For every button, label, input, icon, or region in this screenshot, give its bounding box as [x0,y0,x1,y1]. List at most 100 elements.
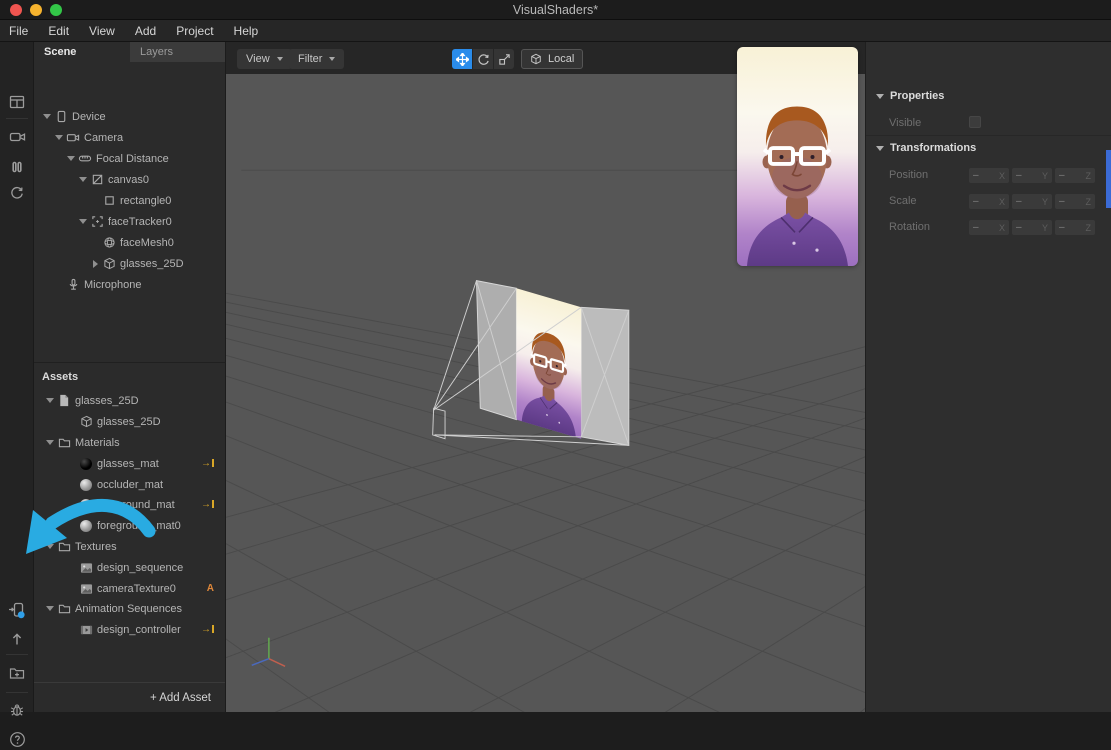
material-sphere-icon [79,478,93,492]
video-camera-icon[interactable] [0,126,34,148]
tree-label: rectangle0 [120,194,172,207]
tree-label: Materials [75,436,120,449]
view-dropdown[interactable]: View [237,49,292,69]
tree-label: Focal Distance [96,152,169,165]
scene-tree-item-camera[interactable]: Camera [34,127,225,148]
tree-label: Animation Sequences [75,602,183,615]
asset-item-animation-sequences-folder[interactable]: Animation Sequences [34,598,225,619]
filter-dropdown[interactable]: Filter [289,49,345,69]
window-title: VisualShaders* [512,3,599,17]
tab-layers[interactable]: Layers [130,42,225,62]
menu-help[interactable]: Help [234,24,259,38]
upload-arrow-icon[interactable] [0,628,34,650]
asset-item-camera-texture0[interactable]: cameraTexture0 A [34,578,225,599]
tree-label: occluder_mat [97,478,164,491]
transformations-section-header[interactable]: Transformations [876,142,976,154]
menu-project[interactable]: Project [176,24,213,38]
position-z-field[interactable]: – Z [1055,168,1095,183]
asset-item-materials-folder[interactable]: Materials [34,432,225,453]
scene-tree-item-canvas0[interactable]: canvas0 [34,169,225,190]
scene-tree-item-microphone[interactable]: Microphone [34,274,225,295]
file-icon [57,394,71,408]
move-tool-button[interactable] [452,49,472,69]
camera-preview [737,47,858,266]
scene-tree-item-facetracker0[interactable]: faceTracker0 [34,211,225,232]
expander-icon[interactable] [78,177,88,182]
material-sphere-icon [79,457,93,471]
menu-view[interactable]: View [89,24,115,38]
position-y-field[interactable]: – Y [1012,168,1052,183]
visible-checkbox[interactable] [969,116,981,128]
asset-item-glasses-mat[interactable]: glasses_mat → [34,453,225,474]
asset-item-foreground-mat0[interactable]: foreground_mat0 [34,515,225,536]
expander-icon[interactable] [66,156,76,161]
asset-item-foreground-mat[interactable]: foreground_mat → [34,494,225,515]
cube-icon [79,415,93,429]
tree-label: Textures [75,540,117,553]
scene-tree-item-facemesh0[interactable]: faceMesh0 [34,232,225,253]
collapse-triangle-icon [876,93,884,99]
send-to-device-icon[interactable] [0,599,34,621]
asset-item-occluder-mat[interactable]: occluder_mat [34,474,225,495]
asset-item-textures-folder[interactable]: Textures [34,536,225,557]
debug-bug-icon[interactable] [0,699,34,721]
expander-icon[interactable] [78,219,88,224]
tree-label: glasses_25D [75,394,139,407]
position-x-field[interactable]: – X [969,168,1009,183]
add-folder-icon[interactable] [0,662,34,684]
patch-insert-badge: → [201,624,214,635]
layout-panels-icon[interactable] [0,91,34,113]
scale-tool-button[interactable] [494,49,514,69]
expander-icon[interactable] [45,398,55,403]
scene-tree-item-focal-distance[interactable]: Focal Distance [34,148,225,169]
properties-section-header[interactable]: Properties [876,90,944,102]
tree-label: Camera [84,131,124,144]
camera-preview-image [737,47,858,266]
asset-item-design-controller[interactable]: design_controller → [34,619,225,640]
expander-icon[interactable] [45,440,55,445]
face-mesh-icon [102,236,116,250]
rotation-x-field[interactable]: – X [969,220,1009,235]
asset-item-design-sequence[interactable]: design_sequence [34,557,225,578]
movie-clip-icon [79,623,93,637]
scale-y-field[interactable]: – Y [1012,194,1052,209]
collapse-triangle-icon [876,145,884,151]
asset-item-glasses-25d-file[interactable]: glasses_25D [34,390,225,411]
coordinate-mode-button[interactable]: Local [521,49,584,69]
scene-tree-item-rectangle0[interactable]: rectangle0 [34,190,225,211]
expander-icon[interactable] [45,544,55,549]
camera-icon [66,131,80,145]
viewport[interactable]: View Filter Local [226,42,865,712]
pause-icon[interactable] [0,156,34,178]
camera-origin-box [432,407,446,440]
tab-scene[interactable]: Scene [34,42,130,62]
tree-label: glasses_25D [97,415,161,428]
rotate-tool-button[interactable] [473,49,493,69]
tree-label: faceMesh0 [120,236,174,249]
camera-texture-plane [515,287,583,440]
texture-image-icon [79,561,93,575]
chevron-down-icon [276,57,283,61]
scene-tree-item-device[interactable]: Device [34,106,225,127]
scene-tree-item-glasses-25d[interactable]: glasses_25D [34,253,225,274]
menu-file[interactable]: File [9,24,28,38]
rotation-z-field[interactable]: – Z [1055,220,1095,235]
menu-edit[interactable]: Edit [48,24,69,38]
scale-z-field[interactable]: – Z [1055,194,1095,209]
scale-x-field[interactable]: – X [969,194,1009,209]
expander-icon[interactable] [90,260,100,268]
patch-insert-badge: → [201,499,214,510]
expander-icon[interactable] [42,114,52,119]
help-icon[interactable] [0,728,34,750]
asset-item-glasses-25d-mesh[interactable]: glasses_25D [34,411,225,432]
material-sphere-icon [79,498,93,512]
menu-add[interactable]: Add [135,24,156,38]
auto-badge: A [206,583,214,594]
add-asset-button[interactable]: + Add Asset [34,682,225,712]
expander-icon[interactable] [45,606,55,611]
expander-icon[interactable] [54,135,64,140]
restart-icon[interactable] [0,182,34,204]
section-title: Transformations [890,142,977,154]
microphone-icon [66,278,80,292]
rotation-y-field[interactable]: – Y [1012,220,1052,235]
